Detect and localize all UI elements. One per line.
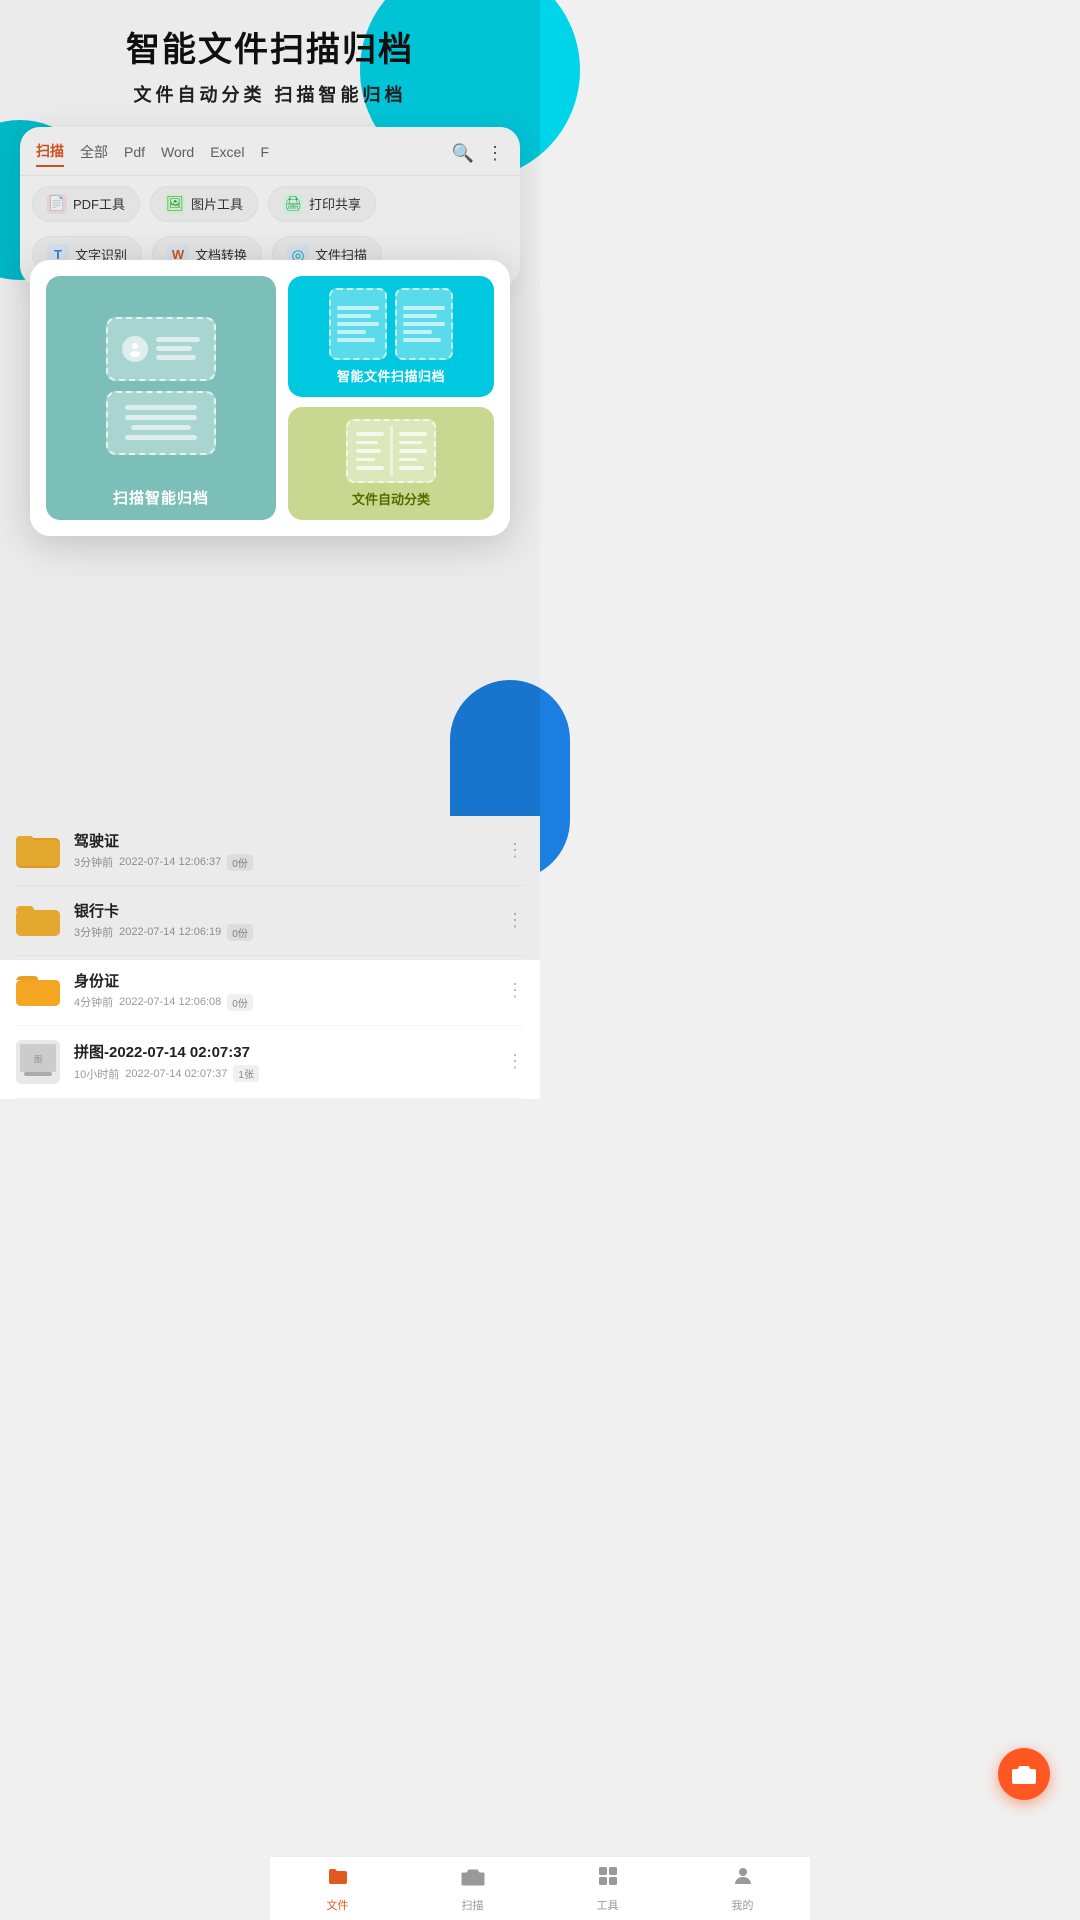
- nav-tools[interactable]: 工具: [540, 1857, 675, 1920]
- nav-scan[interactable]: 扫描: [405, 1857, 540, 1920]
- popup-smart-scan-label: 智能文件扫描归档: [337, 366, 445, 385]
- book-illustration: [346, 419, 436, 483]
- folder-icon: [16, 972, 60, 1008]
- nav-profile-label: 我的: [732, 1897, 754, 1913]
- file-time: 10小时前: [74, 1066, 119, 1082]
- file-meta: 4分钟前 2022-07-14 12:06:08 0份: [74, 994, 492, 1011]
- book-page-right: [395, 426, 431, 476]
- file-info: 拼图-2022-07-14 02:07:37 10小时前 2022-07-14 …: [74, 1041, 492, 1082]
- file-date: 2022-07-14 12:06:08: [119, 996, 221, 1008]
- book-spine: [390, 426, 393, 476]
- scan-nav-icon: [461, 1864, 485, 1894]
- book-page-left: [352, 426, 388, 476]
- file-name: 拼图-2022-07-14 02:07:37: [74, 1041, 492, 1062]
- file-name: 身份证: [74, 970, 492, 991]
- id-card-illustration: [106, 317, 216, 381]
- tools-nav-icon: [596, 1864, 620, 1894]
- doc-illustration: [106, 391, 216, 455]
- id-lines: [156, 337, 200, 360]
- scan-doc-2: [395, 288, 453, 360]
- nav-files-label: 文件: [327, 1897, 349, 1913]
- scan-doc-1: [329, 288, 387, 360]
- nav-files[interactable]: 文件: [270, 1857, 405, 1920]
- file-more-button[interactable]: ⋮: [506, 980, 524, 1001]
- file-count: 0份: [227, 994, 253, 1011]
- popup-left-illustrations: [58, 292, 264, 479]
- file-item[interactable]: 身份证 4分钟前 2022-07-14 12:06:08 0份 ⋮: [16, 956, 524, 1026]
- file-date: 2022-07-14 02:07:37: [125, 1068, 227, 1080]
- bottom-nav: 文件 扫描 工具 我的: [270, 1856, 810, 1920]
- avatar-icon: [122, 336, 148, 362]
- file-meta: 10小时前 2022-07-14 02:07:37 1张: [74, 1065, 492, 1082]
- profile-nav-icon: [731, 1864, 755, 1894]
- file-info: 身份证 4分钟前 2022-07-14 12:06:08 0份: [74, 970, 492, 1011]
- svg-text:图: 图: [34, 1055, 42, 1064]
- nav-profile[interactable]: 我的: [675, 1857, 810, 1920]
- popup-auto-classify-label: 文件自动分类: [352, 489, 430, 508]
- camera-fab-button[interactable]: [998, 1748, 1050, 1800]
- files-nav-icon: [326, 1864, 350, 1894]
- popup-scan-archive[interactable]: 扫描智能归档: [46, 276, 276, 520]
- nav-tools-label: 工具: [597, 1897, 619, 1913]
- popup-auto-classify[interactable]: 文件自动分类: [288, 407, 494, 520]
- popup-card: 扫描智能归档: [30, 260, 510, 536]
- scan-docs-illustration: [329, 288, 453, 360]
- file-item[interactable]: 图 拼图-2022-07-14 02:07:37 10小时前 2022-07-1…: [16, 1026, 524, 1099]
- nav-scan-label: 扫描: [462, 1897, 484, 1913]
- doc-lines: [125, 405, 197, 440]
- file-count: 1张: [233, 1065, 259, 1082]
- file-more-button[interactable]: ⋮: [506, 1051, 524, 1072]
- popup-smart-scan[interactable]: 智能文件扫描归档: [288, 276, 494, 397]
- file-thumbnail: 图: [16, 1040, 60, 1084]
- popup-right-panel: 智能文件扫描归档 文: [288, 276, 494, 520]
- file-time: 4分钟前: [74, 994, 113, 1010]
- popup-left-label: 扫描智能归档: [113, 487, 209, 508]
